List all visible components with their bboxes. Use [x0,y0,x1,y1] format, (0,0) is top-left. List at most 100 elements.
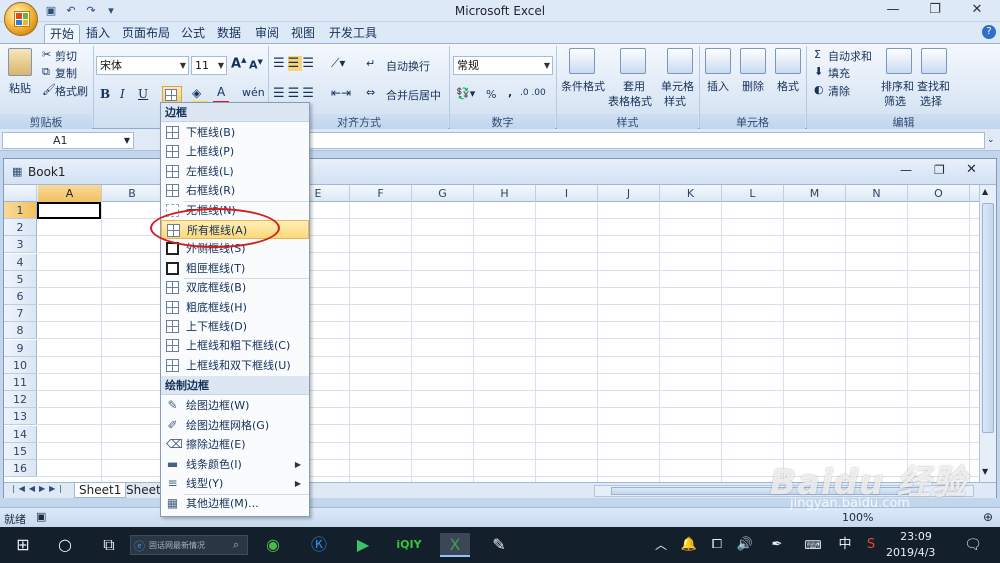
taskbar-search-box[interactable]: ⓔ 固话网最新情况 ⌕ [130,535,248,555]
clear-button[interactable]: 清除 [828,83,850,99]
horizontal-align-icons[interactable]: ☰☰☰ [273,86,317,101]
expand-formula-icon[interactable]: ⌄ [987,132,999,149]
scroll-down-icon[interactable]: ▼ [982,467,988,476]
cut-button[interactable]: 剪切 [55,48,77,64]
cell-style-line1[interactable]: 单元格 [661,78,694,94]
wrap-text-button[interactable]: 自动换行 [386,58,430,74]
table-format-line1[interactable]: 套用 [623,78,645,94]
font-color-button[interactable]: A [217,85,225,99]
sheet-nav-icons[interactable]: |◀◀▶▶| [12,484,66,493]
merge-center-button[interactable]: 合并后居中 [386,87,441,103]
clock-time[interactable]: 23:09 [893,530,939,543]
tray-network-icon[interactable]: ⧠ [704,533,730,557]
autosum-button[interactable]: 自动求和 [828,48,872,64]
conditional-format-button[interactable]: 条件格式 [561,78,605,94]
close-window-button[interactable]: ✕ [962,0,992,22]
app-excel-icon[interactable]: X [440,533,470,557]
app-video-icon[interactable]: ▶ [350,533,376,557]
phonetic-icon[interactable]: wén [242,86,265,99]
help-icon[interactable]: ? [982,25,996,39]
ime-indicator[interactable]: 中 [832,533,858,557]
menu-item-line-style[interactable]: ≡ 线型(Y) ▶ [161,474,309,493]
scroll-up-icon[interactable]: ▲ [982,187,988,196]
row-header[interactable]: 11 [4,374,37,391]
shrink-font-button[interactable]: A▼ [249,58,263,72]
menu-item-thick-box-border[interactable]: 粗匣框线(T) [161,259,309,278]
menu-item-thick-bottom-border[interactable]: 粗底框线(H) [161,298,309,317]
row-header[interactable]: 4 [4,253,37,271]
table-format-line2[interactable]: 表格格式 [608,93,652,109]
vertical-align-icons[interactable]: ☰☰☰ [273,56,317,71]
row-header[interactable]: 14 [4,425,37,443]
active-cell[interactable] [37,202,101,219]
comma-button[interactable]: , [508,86,512,99]
delete-cells-button[interactable]: 删除 [742,78,764,94]
row-header[interactable]: 2 [4,219,37,237]
tab-view[interactable]: 视图 [286,24,320,43]
copy-button[interactable]: 复制 [55,65,77,81]
format-cells-button[interactable]: 格式 [777,78,799,94]
row-header[interactable]: 1 [4,202,37,219]
row-header[interactable]: 13 [4,408,37,426]
fill-button[interactable]: 填充 [828,65,850,81]
cell-style-line2[interactable]: 样式 [664,93,686,109]
office-button[interactable] [4,2,38,36]
tray-chevron-icon[interactable]: ︿ [648,533,674,557]
restore-window-button[interactable]: ❐ [920,0,950,22]
row-header[interactable]: 7 [4,305,37,323]
menu-item-left-border[interactable]: 左框线(L) [161,162,309,181]
tray-volume-icon[interactable]: 🔊 [732,533,758,557]
zoom-in-icon[interactable]: ⊕ [983,510,993,524]
menu-item-top-double-bottom-border[interactable]: 上框线和双下框线(U) [161,356,309,375]
row-header[interactable]: 5 [4,270,37,288]
app-paint-icon[interactable]: ✎ [486,533,512,557]
sort-filter-line2[interactable]: 筛选 [884,93,906,109]
row-header[interactable]: 15 [4,442,37,460]
row-header[interactable]: 9 [4,339,37,357]
paste-button[interactable]: 粘贴 [9,80,31,96]
action-center-icon[interactable]: 🗨 [960,533,986,557]
menu-item-top-bottom-border[interactable]: 上下框线(D) [161,317,309,336]
row-header[interactable]: 6 [4,288,37,305]
tray-sogou-icon[interactable]: S [858,533,884,557]
tab-review[interactable]: 审阅 [250,24,284,43]
orientation-icon[interactable]: ⟋▾ [331,56,345,71]
decimal-icons[interactable]: .0 .00 [520,88,546,98]
fill-color-icon[interactable]: ◈ [192,86,201,100]
font-size-combo[interactable]: 11 ▼ [191,56,227,75]
tray-pen-icon[interactable]: ✒ [764,533,790,557]
windows-start-icon[interactable]: ⊞ [10,533,36,557]
font-name-combo[interactable]: 宋体 ▼ [96,56,189,75]
row-header[interactable]: 12 [4,391,37,409]
grow-font-button[interactable]: A▲ [231,56,246,71]
menu-item-bottom-border[interactable]: 下框线(B) [161,123,309,142]
tray-bell-icon[interactable]: 🔔 [676,533,702,557]
app-k-icon[interactable]: Ⓚ [306,533,332,557]
tab-insert[interactable]: 插入 [81,24,115,43]
sort-filter-line1[interactable]: 排序和 [881,78,914,94]
underline-button[interactable]: U [138,87,148,101]
scroll-thumb[interactable] [982,203,994,433]
menu-item-line-color[interactable]: ▬ 线条颜色(I) ▶ [161,455,309,474]
task-view-icon[interactable]: ⧉ [96,533,122,557]
cell-grid[interactable]: 1 2 3 4 5 6 7 8 9 10 11 12 13 14 15 16 [4,159,979,482]
sheet-tab-1[interactable]: Sheet1 [74,483,127,498]
tab-formulas[interactable]: 公式 [176,24,210,43]
menu-item-draw-border[interactable]: ✎ 绘图边框(W) [161,396,309,415]
minimize-window-button[interactable]: — [878,0,908,22]
menu-item-bottom-double-border[interactable]: 双底框线(B) [161,278,309,297]
row-header[interactable]: 16 [4,460,37,477]
name-box[interactable]: A1 ▼ [2,132,134,149]
app-360-icon[interactable]: ◉ [260,533,286,557]
menu-item-draw-border-grid[interactable]: ✐ 绘图边框网格(G) [161,416,309,435]
vertical-scrollbar[interactable]: ▲ ▼ [979,185,996,482]
clock-date[interactable]: 2019/4/3 [886,546,935,559]
percent-button[interactable]: % [486,88,496,101]
menu-item-erase-border[interactable]: ⌫ 擦除边框(E) [161,435,309,454]
format-painter-button[interactable]: 格式刷 [55,83,88,99]
row-header[interactable]: 10 [4,356,37,374]
menu-item-right-border[interactable]: 右框线(R) [161,181,309,200]
row-header[interactable]: 8 [4,322,37,340]
tab-developer[interactable]: 开发工具 [324,24,382,43]
sheet-tab-2[interactable]: Sheet [126,483,161,497]
